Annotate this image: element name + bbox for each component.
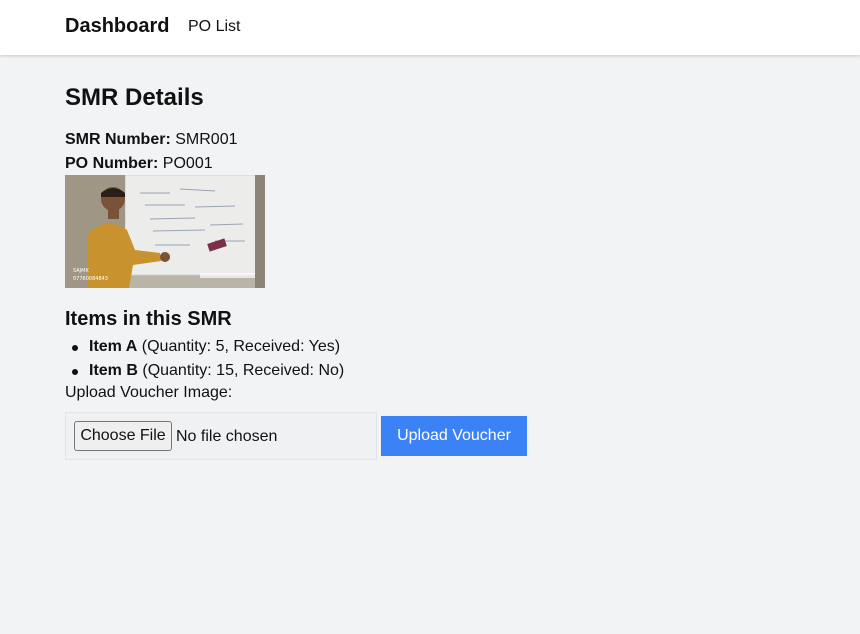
item-details: (Quantity: 5, Received: Yes) bbox=[141, 338, 341, 355]
list-item: Item B (Quantity: 15, Received: No) bbox=[65, 359, 344, 383]
svg-text:SAJMK: SAJMK bbox=[73, 268, 89, 274]
top-navbar: Dashboard PO List bbox=[0, 0, 860, 55]
item-details: (Quantity: 15, Received: No) bbox=[142, 362, 345, 379]
item-name: Item A bbox=[89, 338, 138, 355]
smr-number-value: SMR001 bbox=[175, 131, 238, 148]
svg-text:07760084843: 07760084843 bbox=[73, 276, 108, 282]
list-item: Item A (Quantity: 5, Received: Yes) bbox=[65, 335, 344, 359]
items-list: Item A (Quantity: 5, Received: Yes) Item… bbox=[65, 335, 344, 383]
page-title: SMR Details bbox=[65, 84, 204, 111]
po-number-label: PO Number: bbox=[65, 155, 159, 172]
po-number-value: PO001 bbox=[162, 155, 213, 172]
upload-voucher-button[interactable]: Upload Voucher bbox=[381, 416, 527, 456]
choose-file-button[interactable]: Choose File bbox=[74, 421, 172, 451]
bullet-icon bbox=[72, 345, 78, 351]
file-input[interactable]: Choose File No file chosen bbox=[65, 412, 377, 460]
brand-dashboard-link[interactable]: Dashboard bbox=[65, 15, 169, 38]
smr-number-field: SMR Number: SMR001 bbox=[65, 131, 237, 149]
item-name: Item B bbox=[89, 362, 138, 379]
po-number-field: PO Number: PO001 bbox=[65, 155, 213, 173]
items-heading: Items in this SMR bbox=[65, 308, 232, 330]
bullet-icon bbox=[72, 369, 78, 375]
voucher-image: SAJMK 07760084843 bbox=[65, 175, 265, 288]
file-status-text: No file chosen bbox=[176, 428, 278, 445]
smr-number-label: SMR Number: bbox=[65, 131, 171, 148]
upload-voucher-label: Upload Voucher Image: bbox=[65, 384, 233, 401]
nav-link-po-list[interactable]: PO List bbox=[188, 18, 240, 36]
